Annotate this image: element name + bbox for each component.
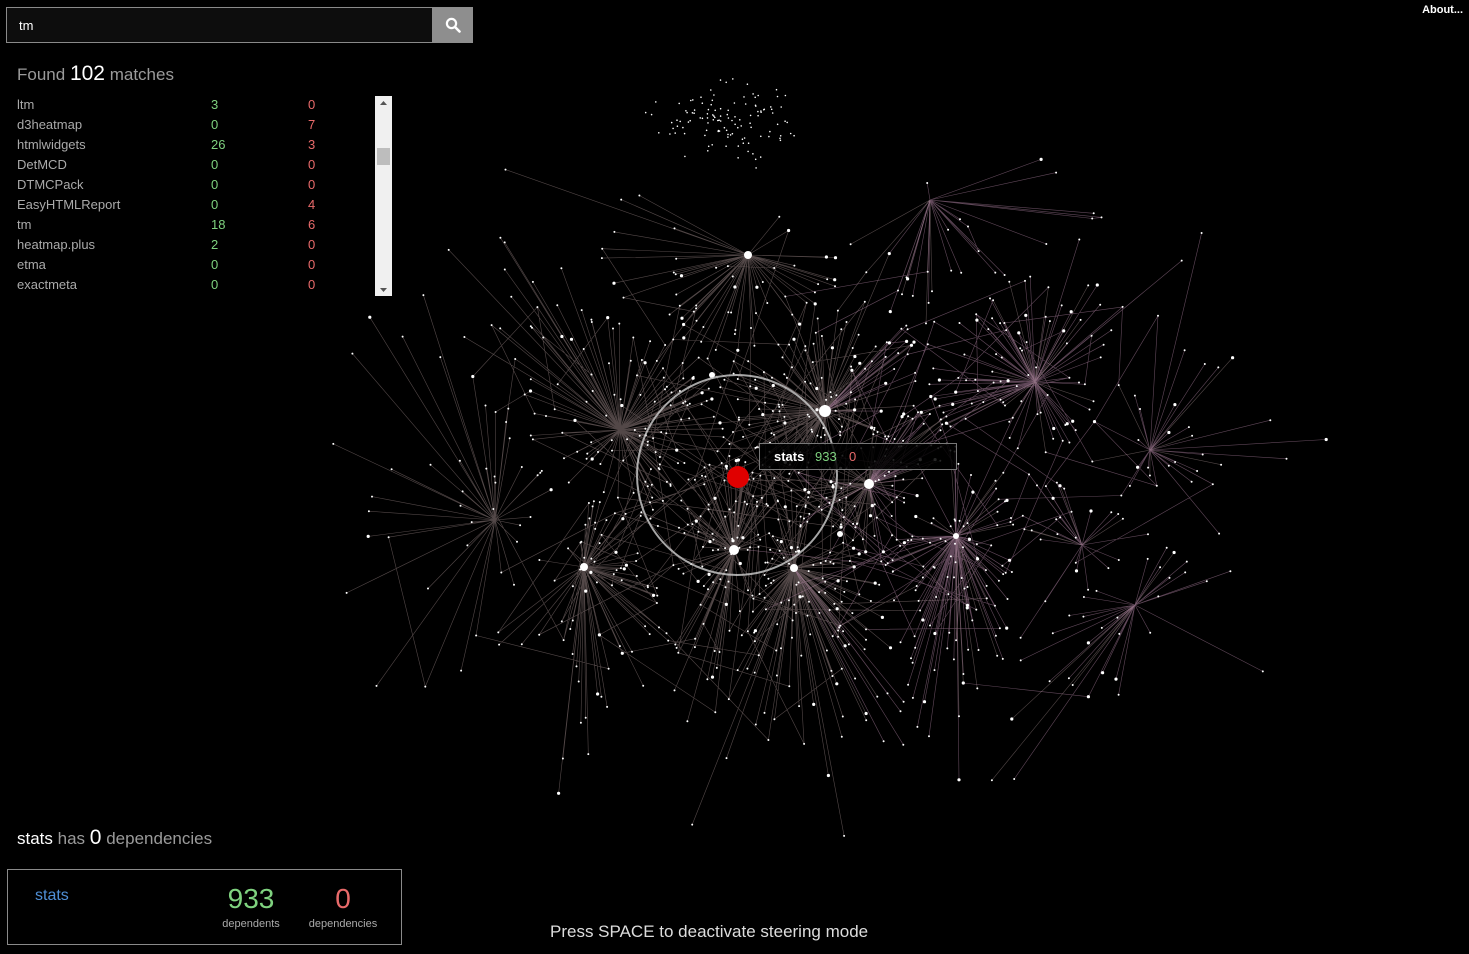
- hub-nodes[interactable]: [580, 251, 959, 572]
- tooltip-name: stats: [774, 449, 805, 464]
- results-scrollbar[interactable]: [375, 96, 392, 296]
- result-name: etma: [17, 257, 46, 272]
- result-dependencies: 0: [308, 257, 316, 272]
- result-dependencies: 7: [308, 117, 316, 132]
- selected-node[interactable]: [727, 466, 749, 488]
- result-dependents: 0: [211, 157, 219, 172]
- scroll-up-icon[interactable]: [375, 96, 392, 109]
- scroll-thumb[interactable]: [377, 148, 390, 165]
- dependencies-word: dependencies: [106, 829, 213, 848]
- graph-node: [864, 479, 874, 489]
- search-button[interactable]: [432, 7, 473, 43]
- result-name: DetMCD: [17, 157, 67, 172]
- result-dependencies: 0: [308, 177, 316, 192]
- result-row[interactable]: d3heatmap 0 7: [14, 116, 394, 136]
- match-count: Found 102 matches: [17, 62, 174, 86]
- result-name: DTMCPack: [17, 177, 84, 192]
- result-name: heatmap.plus: [17, 237, 96, 252]
- result-dependencies: 6: [308, 217, 316, 232]
- result-name: tm: [17, 217, 32, 232]
- search-bar: [6, 7, 473, 43]
- result-dependencies: 4: [308, 197, 316, 212]
- result-dependencies: 0: [308, 237, 316, 252]
- dependents-count: 933: [227, 883, 275, 914]
- result-dependents: 26: [211, 137, 226, 152]
- dependencies-count: 0: [335, 883, 351, 914]
- result-dependencies: 0: [308, 157, 316, 172]
- graph-node: [580, 563, 588, 571]
- result-dependents: 0: [211, 117, 219, 132]
- graph-node: [819, 405, 831, 417]
- about-link[interactable]: About...: [1422, 4, 1463, 16]
- result-dependencies: 0: [308, 97, 316, 112]
- graph-node: [837, 531, 843, 537]
- result-name: htmlwidgets: [17, 137, 86, 152]
- edge-bundle: [333, 169, 1233, 836]
- results-list: ltm 3 0 d3heatmap 0 7 htmlwidgets 26 3 DetMCD 0…: [14, 96, 394, 296]
- found-suffix: matches: [109, 65, 174, 84]
- node-tooltip: stats 933 0: [759, 443, 957, 470]
- scroll-down-icon[interactable]: [375, 283, 392, 296]
- result-dependents: 3: [211, 97, 219, 112]
- result-name: d3heatmap: [17, 117, 83, 132]
- result-name: ltm: [17, 97, 35, 112]
- graph-node: [953, 533, 959, 539]
- graph-edges: [333, 159, 1327, 836]
- result-name: exactmeta: [17, 277, 77, 292]
- result-dependents: 0: [211, 177, 219, 192]
- search-input[interactable]: [6, 7, 432, 43]
- search-icon: [445, 17, 461, 33]
- result-row[interactable]: exactmeta 0 0: [14, 276, 394, 296]
- result-dependents: 18: [211, 217, 226, 232]
- result-row[interactable]: etma 0 0: [14, 256, 394, 276]
- selected-package-name: stats: [17, 829, 53, 848]
- result-row[interactable]: heatmap.plus 2 0: [14, 236, 394, 256]
- tooltip-dependencies: 0: [849, 449, 857, 464]
- tooltip-dependents: 933: [815, 449, 837, 464]
- result-row[interactable]: DTMCPack 0 0: [14, 176, 394, 196]
- result-dependencies: 0: [308, 277, 316, 292]
- graph-node: [744, 251, 752, 259]
- match-number: 102: [69, 62, 105, 85]
- steering-hint: Press SPACE to deactivate steering mode: [550, 922, 869, 941]
- result-row[interactable]: EasyHTMLReport 0 4: [14, 196, 394, 216]
- dependents-label: dependents: [222, 918, 280, 930]
- result-dependents: 0: [211, 257, 219, 272]
- result-row[interactable]: DetMCD 0 0: [14, 156, 394, 176]
- result-row[interactable]: ltm 3 0: [14, 96, 394, 116]
- result-row[interactable]: tm 18 6: [14, 216, 394, 236]
- result-row[interactable]: htmlwidgets 26 3: [14, 136, 394, 156]
- selected-summary: stats has 0 dependencies: [17, 826, 212, 850]
- result-dependents: 0: [211, 277, 219, 292]
- package-link[interactable]: stats: [35, 887, 69, 905]
- result-dependents: 0: [211, 197, 219, 212]
- found-prefix: Found: [17, 65, 66, 84]
- result-name: EasyHTMLReport: [17, 197, 121, 212]
- has-word: has: [57, 829, 86, 848]
- result-dependencies: 3: [308, 137, 316, 152]
- result-dependents: 2: [211, 237, 219, 252]
- package-info-panel: stats 933 dependents 0 dependencies: [7, 869, 402, 945]
- graph-node: [729, 545, 739, 555]
- dependencies-label: dependencies: [308, 918, 378, 930]
- selected-dependency-count: 0: [89, 826, 102, 849]
- graph-node: [790, 564, 798, 572]
